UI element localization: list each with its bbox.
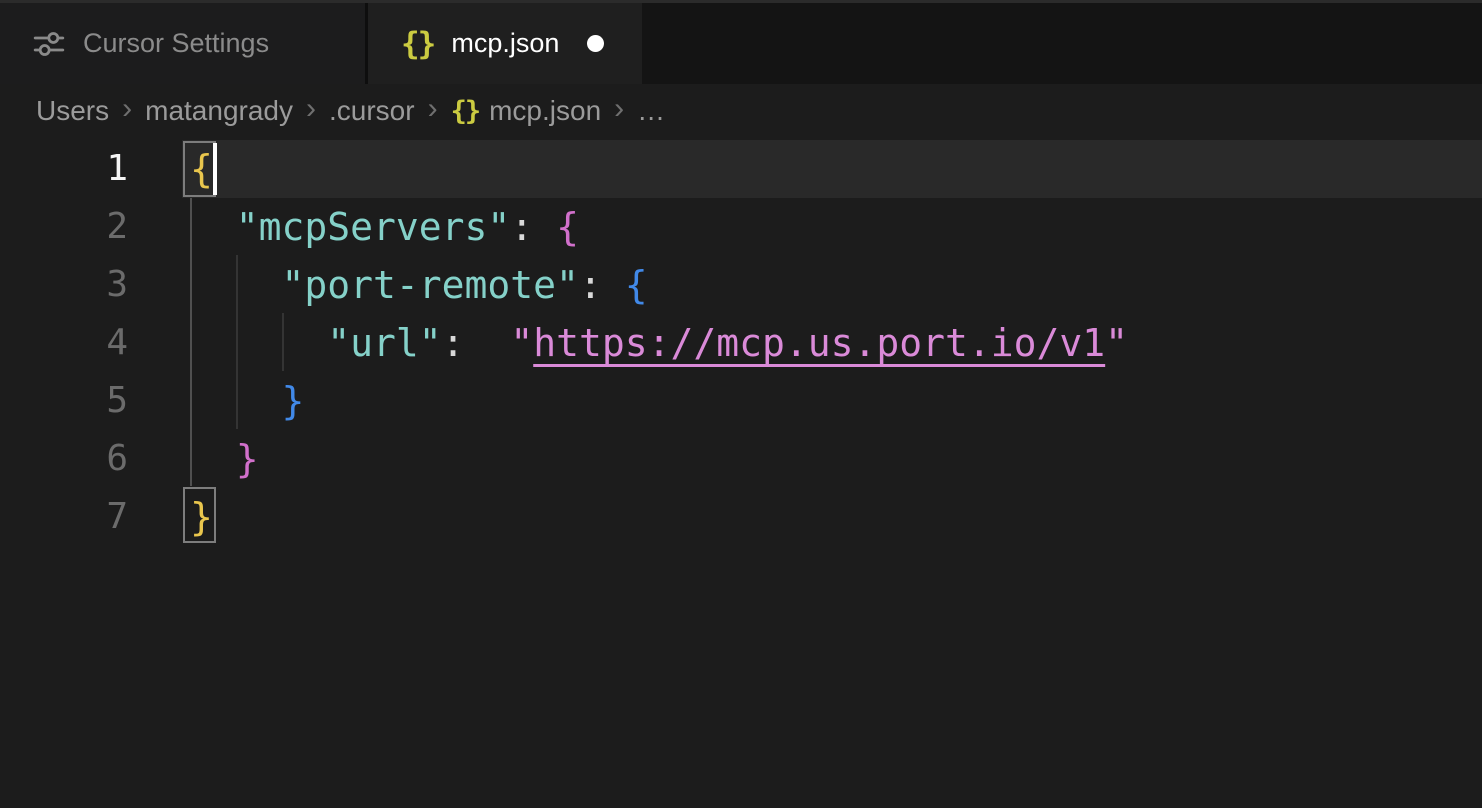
code-text: } bbox=[190, 488, 213, 546]
code-line[interactable]: 4 "url": "https://mcp.us.port.io/v1" bbox=[0, 314, 1482, 372]
tab-label: mcp.json bbox=[451, 28, 559, 59]
breadcrumb: Users › matangrady › .cursor › {} mcp.js… bbox=[0, 84, 1482, 138]
breadcrumb-item-cursor-dir[interactable]: .cursor bbox=[329, 95, 415, 127]
breadcrumb-json-icon: {} bbox=[451, 96, 480, 127]
line-number: 2 bbox=[0, 198, 128, 256]
line-number: 1 bbox=[0, 140, 128, 198]
chevron-separator-icon: › bbox=[428, 92, 438, 126]
breadcrumb-item-ellipsis[interactable]: … bbox=[637, 95, 665, 127]
line-number: 6 bbox=[0, 430, 128, 488]
line-number: 5 bbox=[0, 372, 128, 430]
code-text: "url": "https://mcp.us.port.io/v1" bbox=[190, 314, 1128, 372]
editor[interactable]: 1{2 "mcpServers": {3 "port-remote": {4 "… bbox=[0, 138, 1482, 808]
code-text: } bbox=[190, 372, 304, 430]
code-lines[interactable]: 1{2 "mcpServers": {3 "port-remote": {4 "… bbox=[0, 138, 1482, 546]
chevron-separator-icon: › bbox=[122, 92, 132, 126]
modified-dot[interactable] bbox=[587, 35, 604, 52]
line-number: 4 bbox=[0, 314, 128, 372]
code-line[interactable]: 5 } bbox=[0, 372, 1482, 430]
chevron-separator-icon: › bbox=[306, 92, 316, 126]
code-line[interactable]: 7} bbox=[0, 488, 1482, 546]
breadcrumb-item-matangrady[interactable]: matangrady bbox=[145, 95, 293, 127]
code-text: } bbox=[190, 430, 259, 488]
tab-label: Cursor Settings bbox=[83, 28, 269, 59]
code-text: { bbox=[190, 140, 213, 198]
breadcrumb-item-mcp-json[interactable]: mcp.json bbox=[489, 95, 601, 127]
line-number: 3 bbox=[0, 256, 128, 314]
code-line[interactable]: 1{ bbox=[0, 140, 1482, 198]
sliders-icon bbox=[30, 25, 68, 63]
tab-cursor-settings[interactable]: Cursor Settings bbox=[0, 3, 368, 84]
breadcrumb-item-users[interactable]: Users bbox=[36, 95, 109, 127]
tab-mcp-json[interactable]: {} mcp.json bbox=[368, 3, 642, 84]
chevron-separator-icon: › bbox=[614, 92, 624, 126]
editor-window: Cursor Settings {} mcp.json Users › mata… bbox=[0, 0, 1482, 808]
tab-bar: Cursor Settings {} mcp.json bbox=[0, 0, 1482, 84]
line-number: 7 bbox=[0, 488, 128, 546]
code-line[interactable]: 6 } bbox=[0, 430, 1482, 488]
code-text: "mcpServers": { bbox=[190, 198, 579, 256]
code-line[interactable]: 3 "port-remote": { bbox=[0, 256, 1482, 314]
code-text: "port-remote": { bbox=[190, 256, 648, 314]
code-line[interactable]: 2 "mcpServers": { bbox=[0, 198, 1482, 256]
json-file-icon: {} bbox=[401, 26, 434, 62]
